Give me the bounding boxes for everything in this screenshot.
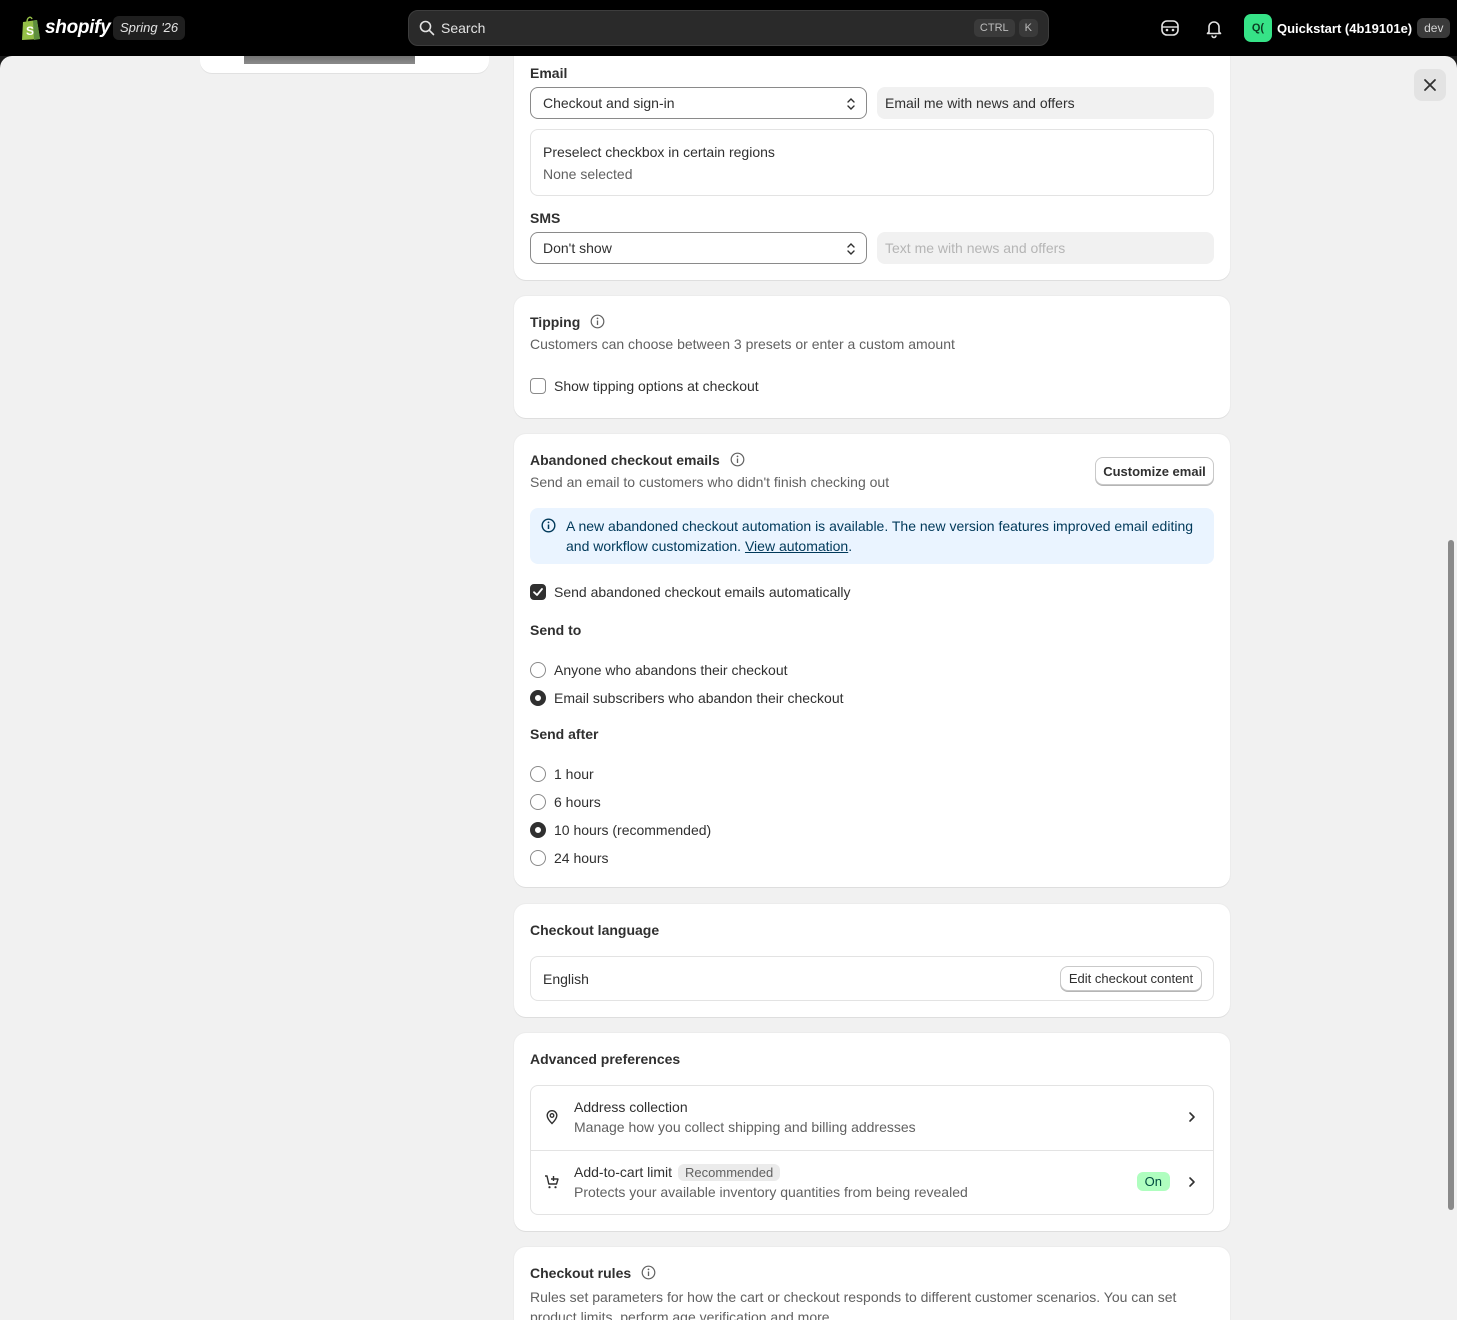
info-icon[interactable] <box>641 1265 656 1280</box>
shortcut-ctrl-key: CTRL <box>973 19 1015 37</box>
checkout-language-card: Checkout language English Edit checkout … <box>514 904 1230 1017</box>
email-display-select[interactable]: Checkout and sign-in <box>530 87 867 119</box>
store-name: Quickstart (4b19101e) <box>1277 20 1413 36</box>
svg-text:S: S <box>26 24 34 38</box>
close-icon <box>1424 79 1436 91</box>
preselect-value: None selected <box>543 166 633 182</box>
abandoned-title: Abandoned checkout emails <box>530 452 745 468</box>
edition-badge[interactable]: Spring '26 <box>113 16 186 40</box>
sms-optin-label-field: Text me with news and offers <box>877 232 1214 264</box>
status-badge: On <box>1136 1172 1170 1191</box>
send-to-heading: Send to <box>530 622 582 638</box>
send-after-option-6h[interactable]: 6 hours <box>554 794 601 810</box>
banner-message: A new abandoned checkout automation is a… <box>566 516 1206 556</box>
view-automation-link[interactable]: View automation <box>745 538 848 554</box>
language-title: Checkout language <box>530 922 660 938</box>
info-icon[interactable] <box>730 452 745 467</box>
send-to-option-anyone[interactable]: Anyone who abandons their checkout <box>554 662 788 678</box>
email-optin-label-field[interactable]: Email me with news and offers <box>877 87 1214 119</box>
search-icon <box>419 20 435 36</box>
preselect-title: Preselect checkbox in certain regions <box>543 144 775 160</box>
redacted-area <box>244 56 415 64</box>
send-to-radio-anyone[interactable] <box>530 662 546 678</box>
top-bar: S shopify Spring '26 Search CTRL K Q( Qu… <box>0 0 1457 56</box>
rules-description: Rules set parameters for how the cart or… <box>530 1289 1177 1320</box>
search-bar[interactable]: Search CTRL K <box>408 10 1049 46</box>
email-heading: Email <box>530 65 568 81</box>
avatar: Q( <box>1244 14 1272 42</box>
send-after-radio-6h[interactable] <box>530 794 546 810</box>
sidekick-icon[interactable] <box>1159 17 1181 39</box>
advanced-preferences-card: Advanced preferences Address collection … <box>514 1033 1230 1231</box>
select-chevron-icon <box>847 243 855 255</box>
language-value: English <box>543 971 589 987</box>
chevron-right-icon <box>1189 1112 1195 1122</box>
settings-canvas: Email Checkout and sign-in Email me with… <box>0 56 1457 1320</box>
advanced-title: Advanced preferences <box>530 1051 681 1067</box>
abandoned-checkout-card: Abandoned checkout emails Send an email … <box>514 434 1230 887</box>
sms-display-select[interactable]: Don't show <box>530 232 867 264</box>
brand-wordmark: shopify <box>45 17 111 38</box>
preselect-regions-box[interactable]: Preselect checkbox in certain regions No… <box>530 129 1214 196</box>
sms-select-value: Don't show <box>543 240 612 256</box>
auto-send-checkbox-label[interactable]: Send abandoned checkout emails automatic… <box>554 584 851 600</box>
store-switcher[interactable]: Q( Quickstart (4b19101e) dev <box>1244 14 1451 42</box>
cart-limit-title-line: Add-to-cart limit Recommended <box>574 1164 781 1181</box>
search-input[interactable]: Search <box>441 20 970 36</box>
language-row: English Edit checkout content <box>530 956 1214 1001</box>
sms-heading: SMS <box>530 210 561 226</box>
abandoned-description: Send an email to customers who didn't fi… <box>530 474 890 490</box>
chevron-right-icon <box>1189 1177 1195 1187</box>
info-icon[interactable] <box>590 314 605 329</box>
checkout-rules-card: Checkout rules Rules set parameters for … <box>514 1247 1230 1320</box>
send-after-radio-24h[interactable] <box>530 850 546 866</box>
rules-title-text: Checkout rules <box>530 1265 632 1281</box>
banner-period: . <box>848 538 853 554</box>
auto-send-checkbox[interactable] <box>530 584 546 600</box>
recommended-badge: Recommended <box>678 1164 781 1181</box>
marketing-options-card: Email Checkout and sign-in Email me with… <box>514 56 1230 280</box>
abandoned-title-text: Abandoned checkout emails <box>530 452 720 468</box>
send-after-option-10h[interactable]: 10 hours (recommended) <box>554 822 711 838</box>
address-description: Manage how you collect shipping and bill… <box>574 1119 916 1135</box>
tipping-title-text: Tipping <box>530 314 581 330</box>
tipping-description: Customers can choose between 3 presets o… <box>530 336 955 352</box>
send-after-radio-10h[interactable] <box>530 822 546 838</box>
send-after-heading: Send after <box>530 726 599 742</box>
tipping-title: Tipping <box>530 314 605 330</box>
env-badge: dev <box>1417 18 1451 38</box>
edit-checkout-content-button[interactable]: Edit checkout content <box>1060 966 1202 991</box>
shortcut-k-key: K <box>1018 19 1038 37</box>
location-pin-icon <box>546 1110 558 1125</box>
send-after-option-1h[interactable]: 1 hour <box>554 766 594 782</box>
send-after-option-24h[interactable]: 24 hours <box>554 850 608 866</box>
tipping-card: Tipping Customers can choose between 3 p… <box>514 296 1230 418</box>
address-title: Address collection <box>574 1099 688 1115</box>
address-collection-row[interactable]: Address collection Manage how you collec… <box>530 1085 1214 1150</box>
send-to-radio-subscribers[interactable] <box>530 690 546 706</box>
scrollbar[interactable] <box>1448 540 1454 1210</box>
automation-banner: A new abandoned checkout automation is a… <box>530 508 1214 564</box>
rules-title: Checkout rules <box>530 1265 656 1281</box>
tipping-checkbox[interactable] <box>530 378 546 394</box>
banner-text: A new abandoned checkout automation is a… <box>566 518 1194 554</box>
send-to-option-subscribers[interactable]: Email subscribers who abandon their chec… <box>554 690 844 706</box>
cart-limit-description: Protects your available inventory quanti… <box>574 1184 968 1200</box>
select-chevron-icon <box>847 98 855 110</box>
bell-icon[interactable] <box>1203 17 1225 39</box>
shopify-logo[interactable]: S shopify <box>20 14 111 42</box>
shopify-bag-icon: S <box>22 16 40 40</box>
cart-limit-icon <box>545 1175 559 1189</box>
info-circle-icon <box>541 518 556 533</box>
checkmark-icon <box>533 588 543 596</box>
tipping-checkbox-label[interactable]: Show tipping options at checkout <box>554 378 759 394</box>
add-to-cart-limit-row[interactable]: Add-to-cart limit Recommended Protects yo… <box>530 1150 1214 1215</box>
close-button[interactable] <box>1414 69 1446 101</box>
customize-email-button[interactable]: Customize email <box>1095 457 1214 485</box>
email-select-value: Checkout and sign-in <box>543 95 675 111</box>
cart-limit-title: Add-to-cart limit <box>574 1164 673 1180</box>
send-after-radio-1h[interactable] <box>530 766 546 782</box>
